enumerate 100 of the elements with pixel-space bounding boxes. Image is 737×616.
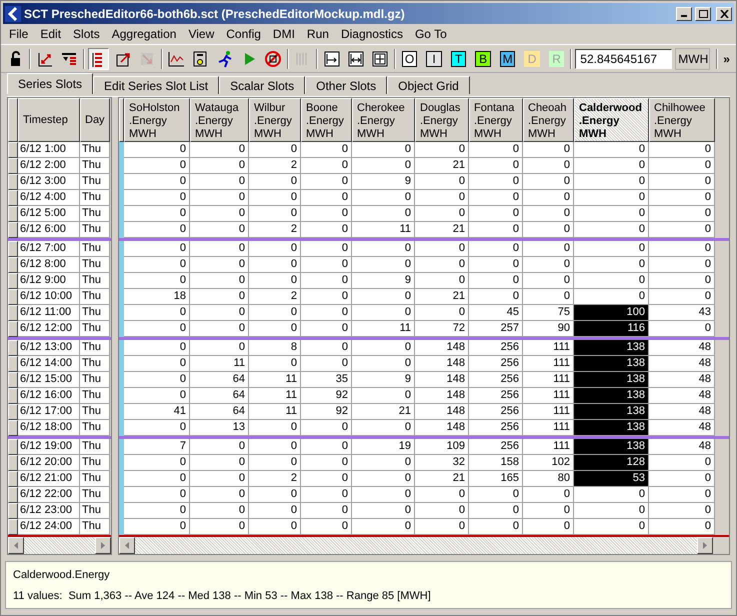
menu-item[interactable]: Diagnostics xyxy=(334,25,409,43)
value-cell: 0 xyxy=(352,289,415,305)
value-cell: 0 xyxy=(249,439,301,455)
row-header[interactable] xyxy=(8,356,18,372)
letter-button[interactable]: B xyxy=(475,50,491,66)
column-header[interactable]: Cheoah .Energy MWH xyxy=(523,98,574,142)
value-cell: 0 xyxy=(523,142,574,158)
row-header[interactable] xyxy=(8,455,18,471)
menu-item[interactable]: Config xyxy=(220,25,267,43)
value-cell: 0 xyxy=(249,241,301,257)
letter-button[interactable]: I xyxy=(426,50,442,66)
value-cell: 0 xyxy=(415,305,469,321)
value-cell: 0 xyxy=(301,174,352,190)
value-cell: 0 xyxy=(415,273,469,289)
day-cell: Thu xyxy=(80,257,110,273)
timestep-cell: 6/12 6:00 xyxy=(18,222,80,238)
letter-button[interactable]: M xyxy=(500,50,516,66)
value-cell: 0 xyxy=(124,222,190,238)
row-header[interactable] xyxy=(8,190,18,206)
letter-button[interactable]: T xyxy=(450,50,466,66)
value-cell: 0 xyxy=(124,503,190,519)
status-summary: 11 values: Sum 1,363 -- Ave 124 -- Med 138 -- Min 53 -- Max 138 -- Range 85 [MWH] xyxy=(13,588,432,604)
close-button[interactable] xyxy=(716,6,732,20)
value-cell: 0 xyxy=(649,257,715,273)
row-header[interactable] xyxy=(8,305,18,321)
timestep-cell: 6/12 21:00 xyxy=(18,471,80,487)
scroll-right-button[interactable] xyxy=(697,537,713,554)
column-header[interactable]: Douglas .Energy MWH xyxy=(415,98,469,142)
column-header[interactable]: Day xyxy=(80,98,110,142)
row-header[interactable] xyxy=(8,487,18,503)
column-header[interactable]: Cherokee .Energy MWH xyxy=(352,98,415,142)
row-header[interactable] xyxy=(8,273,18,289)
row-header[interactable] xyxy=(8,289,18,305)
value-cell: 102 xyxy=(523,455,574,471)
maximize-button[interactable] xyxy=(695,6,711,20)
menu-item[interactable]: File xyxy=(3,25,34,43)
value-cell: 0 xyxy=(469,158,523,174)
horizontal-scrollbar[interactable] xyxy=(119,537,729,554)
scroll-left-button[interactable] xyxy=(119,537,135,554)
tab[interactable]: Other Slots xyxy=(305,76,388,94)
row-header[interactable] xyxy=(8,174,18,190)
row-header[interactable] xyxy=(8,142,18,158)
scroll-left-button[interactable] xyxy=(8,537,24,554)
row-header[interactable] xyxy=(8,503,18,519)
column-header[interactable]: Chilhowee .Energy MWH xyxy=(649,98,715,142)
row-header[interactable] xyxy=(8,257,18,273)
row-header[interactable] xyxy=(8,158,18,174)
tab[interactable]: Series Slots xyxy=(7,73,94,94)
column-header[interactable]: Fontana .Energy MWH xyxy=(469,98,523,142)
horizontal-scrollbar[interactable] xyxy=(8,537,111,554)
column-header[interactable]: SoHolston .Energy MWH xyxy=(124,98,190,142)
row-header[interactable] xyxy=(8,420,18,436)
menu-item[interactable]: Go To xyxy=(408,25,453,43)
value-cell: 0 xyxy=(124,420,190,436)
value-cell: 0 xyxy=(301,257,352,273)
value-cell: 0 xyxy=(124,487,190,503)
column-header[interactable]: Calderwood .Energy MWH xyxy=(574,98,649,142)
menu-item[interactable]: Edit xyxy=(34,25,68,43)
row-header[interactable] xyxy=(8,206,18,222)
menu-item[interactable]: Slots xyxy=(67,25,106,43)
value-cell: 0 xyxy=(190,455,249,471)
value-cell: 21 xyxy=(415,158,469,174)
tab[interactable]: Edit Series Slot List xyxy=(93,76,220,94)
tab[interactable]: Scalar Slots xyxy=(219,76,306,94)
row-header[interactable] xyxy=(8,388,18,404)
row-header[interactable] xyxy=(8,404,18,420)
value-cell: 111 xyxy=(523,388,574,404)
menu-item[interactable]: Run xyxy=(300,25,335,43)
column-header[interactable]: Boone .Energy MWH xyxy=(301,98,352,142)
column-header[interactable]: Timestep xyxy=(18,98,80,142)
timestep-cell: 6/12 15:00 xyxy=(18,372,80,388)
value-cell: 0 xyxy=(190,471,249,487)
row-header[interactable] xyxy=(8,471,18,487)
scroll-right-button[interactable] xyxy=(95,537,111,554)
row-header[interactable] xyxy=(8,222,18,238)
menu-item[interactable]: DMI xyxy=(266,25,301,43)
letter-button[interactable]: O xyxy=(402,50,418,66)
timestep-cell: 6/12 22:00 xyxy=(18,487,80,503)
value-cell: 0 xyxy=(574,289,649,305)
row-header[interactable] xyxy=(8,519,18,535)
row-header[interactable] xyxy=(8,321,18,337)
value-cell: 0 xyxy=(249,487,301,503)
value-cell: 0 xyxy=(301,455,352,471)
column-header[interactable]: Watauga .Energy MWH xyxy=(190,98,249,142)
toolbar-button[interactable] xyxy=(88,48,110,70)
row-header[interactable] xyxy=(8,340,18,356)
value-field[interactable]: 52.845645167 xyxy=(575,48,672,68)
day-cell: Thu xyxy=(80,289,110,305)
menu-item[interactable]: View xyxy=(182,25,220,43)
column-header[interactable]: Wilbur .Energy MWH xyxy=(249,98,301,142)
menu-item[interactable]: Aggregation xyxy=(106,25,182,43)
day-cell: Thu xyxy=(80,142,110,158)
row-header[interactable] xyxy=(8,372,18,388)
row-header[interactable] xyxy=(8,439,18,455)
overflow-button[interactable]: » xyxy=(721,50,732,68)
value-cell: 111 xyxy=(523,340,574,356)
minimize-button[interactable] xyxy=(676,6,692,20)
value-cell: 0 xyxy=(190,190,249,206)
row-header[interactable] xyxy=(8,241,18,257)
tab[interactable]: Object Grid xyxy=(387,76,470,94)
